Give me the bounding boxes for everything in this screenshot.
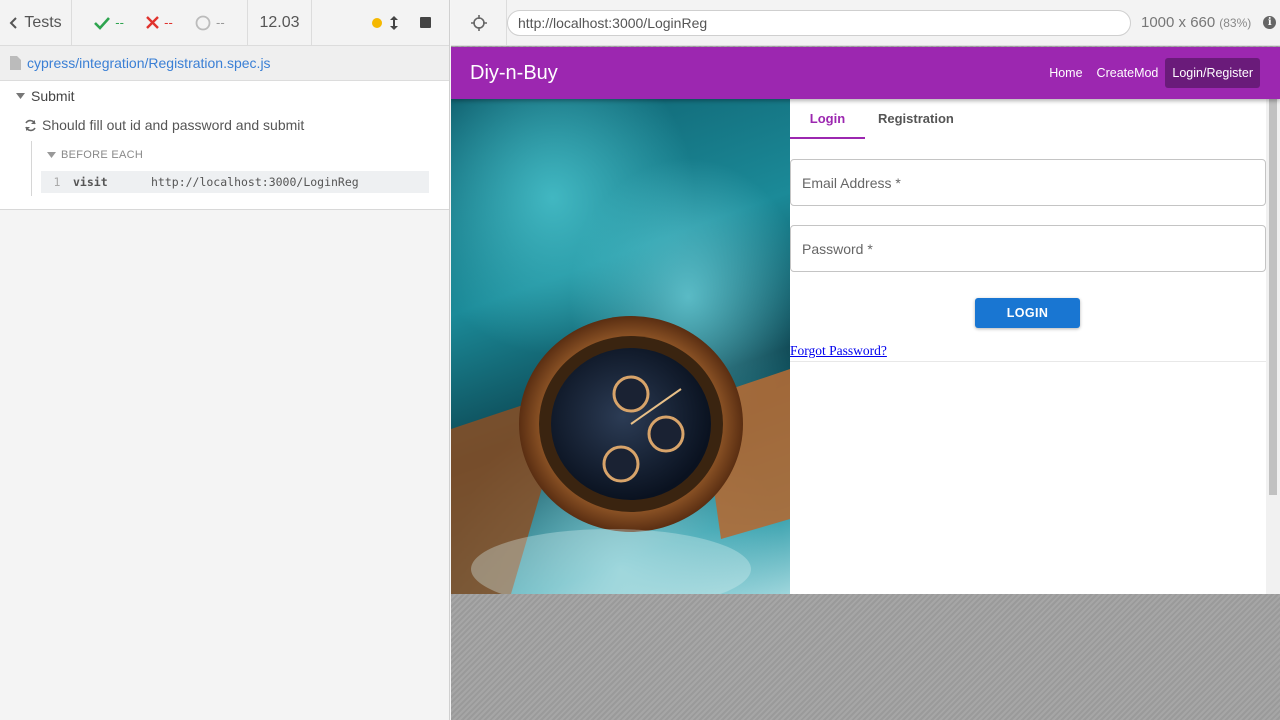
test-row[interactable]: Should fill out id and password and subm… — [24, 117, 304, 133]
selector-playground-button[interactable] — [451, 0, 507, 46]
tabs: Login Registration — [790, 99, 1266, 139]
command-message: http://localhost:3000/LoginReg — [151, 175, 359, 189]
reporter-header: Tests -- -- -- 12.03 — [0, 0, 449, 46]
hook-row[interactable]: BEFORE EACH — [47, 149, 143, 161]
refresh-icon — [25, 119, 36, 131]
forgot-password-link[interactable]: Forgot Password? — [790, 343, 887, 359]
running-indicator-icon — [372, 17, 382, 28]
hero-image — [451, 99, 790, 594]
failed-count: -- — [164, 15, 173, 30]
chevron-left-icon — [9, 16, 18, 29]
tests-link[interactable]: Tests — [0, 0, 72, 45]
check-icon — [94, 16, 111, 30]
info-icon: i — [1263, 16, 1277, 29]
command-name: visit — [73, 175, 108, 189]
caret-down-icon — [16, 93, 25, 99]
file-icon — [10, 56, 21, 70]
circle-notch-icon — [195, 15, 211, 30]
reporter-pane: Tests -- -- -- 12.03 cypress/integration… — [0, 0, 450, 720]
command-number: 1 — [53, 175, 61, 189]
nav-login-register[interactable]: Login/Register — [1165, 58, 1260, 88]
caret-down-icon — [47, 152, 56, 158]
controls — [312, 0, 449, 45]
email-label: Email Address * — [802, 174, 901, 191]
url-text: http://localhost:3000/LoginReg — [518, 14, 708, 31]
tab-login[interactable]: Login — [790, 99, 865, 139]
pending-stat: -- — [195, 15, 225, 31]
url-bar[interactable]: http://localhost:3000/LoginReg — [507, 9, 1131, 36]
stop-button[interactable] — [420, 17, 431, 28]
app-bar: Diy-n-Buy Home CreateMod Login/Register — [451, 47, 1280, 99]
aut-header: http://localhost:3000/LoginReg 1000 x 66… — [451, 0, 1280, 46]
spec-path-link[interactable]: cypress/integration/Registration.spec.js — [27, 55, 271, 71]
test-title: Should fill out id and password and subm… — [42, 117, 305, 133]
command-row[interactable]: 1 visit http://localhost:3000/LoginReg — [41, 171, 429, 193]
suite-row[interactable]: Submit — [16, 88, 75, 104]
suite-title: Submit — [31, 88, 75, 104]
watch-image-icon — [451, 316, 790, 594]
scrollbar[interactable] — [1266, 60, 1280, 594]
tests-label: Tests — [24, 13, 62, 31]
scrollbar-thumb[interactable] — [1269, 60, 1277, 495]
nav: Home CreateMod Login/Register — [1042, 58, 1260, 88]
auto-scroll-toggle[interactable] — [372, 15, 398, 30]
passed-stat: -- — [94, 15, 124, 30]
duration: 12.03 — [248, 0, 312, 45]
spec-bar: cypress/integration/Registration.spec.js — [0, 46, 449, 81]
stats: -- -- -- — [72, 0, 248, 45]
password-field[interactable]: Password * — [790, 225, 1266, 272]
failed-stat: -- — [146, 15, 173, 30]
runnables-panel: Submit Should fill out id and password a… — [0, 81, 449, 210]
brand-title[interactable]: Diy-n-Buy — [470, 62, 558, 85]
nav-createmod[interactable]: CreateMod — [1090, 58, 1166, 88]
divider — [790, 361, 1266, 362]
viewport-size: 1000 x 660 — [1141, 14, 1216, 31]
email-field[interactable]: Email Address * — [790, 159, 1266, 206]
viewport-scale: (83%) — [1219, 15, 1252, 30]
passed-count: -- — [115, 15, 124, 30]
password-label: Password * — [802, 240, 873, 257]
login-form-panel: Login Registration Email Address * Passw… — [790, 99, 1266, 594]
crosshairs-icon — [470, 14, 487, 31]
tree-line — [31, 141, 32, 196]
x-icon — [146, 16, 159, 29]
login-button[interactable]: LOGIN — [975, 298, 1080, 328]
tab-registration[interactable]: Registration — [865, 99, 967, 139]
pending-count: -- — [216, 15, 225, 30]
nav-home[interactable]: Home — [1042, 58, 1089, 88]
viewport-info[interactable]: 1000 x 660 (83%) i — [1141, 14, 1277, 31]
app-frame: Diy-n-Buy Home CreateMod Login/Register — [451, 47, 1280, 594]
hook-label: BEFORE EACH — [61, 149, 144, 161]
aut-pane: http://localhost:3000/LoginReg 1000 x 66… — [451, 0, 1280, 720]
arrows-vertical-icon — [390, 15, 398, 30]
